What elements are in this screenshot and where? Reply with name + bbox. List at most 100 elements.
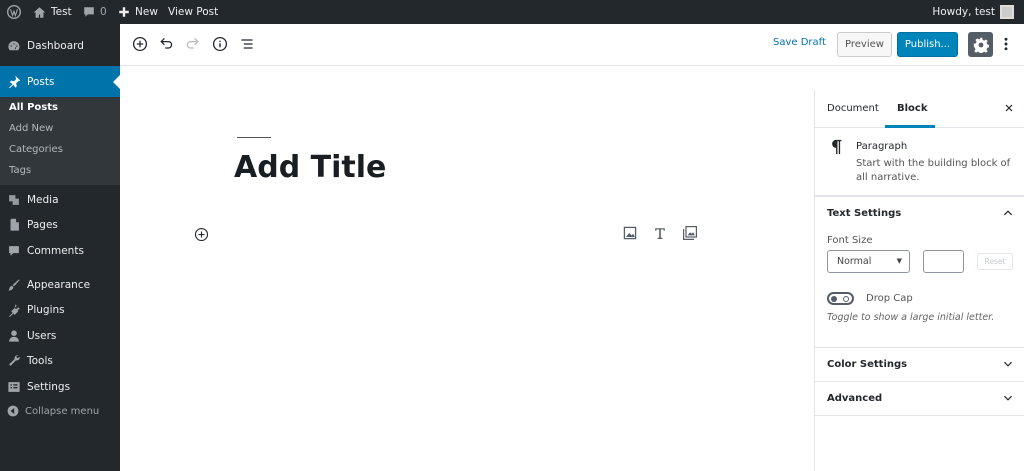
gear-icon xyxy=(973,37,989,53)
submenu-tags[interactable]: Tags xyxy=(9,165,31,176)
image-icon xyxy=(623,226,637,240)
chevron-down-icon[interactable] xyxy=(1002,392,1014,404)
close-icon xyxy=(1005,104,1013,112)
info-button[interactable] xyxy=(212,36,228,52)
plugin-icon xyxy=(9,304,20,317)
block-card: Paragraph Start with the building block … xyxy=(815,128,1024,196)
post-title-input[interactable]: Add Title xyxy=(234,150,386,185)
plus-circle-icon xyxy=(132,36,148,52)
chevron-down-icon[interactable] xyxy=(1002,358,1014,370)
block-name: Paragraph xyxy=(856,141,908,152)
plus-icon xyxy=(119,7,129,17)
publish-button[interactable]: Publish... xyxy=(897,32,958,57)
sidebar-tabs: Document Block xyxy=(815,90,1024,128)
tab-block[interactable]: Block xyxy=(897,103,928,114)
avatar xyxy=(1000,5,1014,19)
sidebar-item-dashboard[interactable]: Dashboard xyxy=(0,36,120,56)
list-icon xyxy=(241,39,253,49)
howdy-text: Howdy, test xyxy=(932,6,995,18)
paragraph-icon xyxy=(831,139,843,155)
close-sidebar-button[interactable] xyxy=(1003,102,1015,114)
collapse-label: Collapse menu xyxy=(25,405,100,417)
new-content-link[interactable]: New xyxy=(118,0,158,24)
drop-cap-label: Drop Cap xyxy=(866,293,913,304)
sidebar-item-label: Pages xyxy=(27,219,58,231)
sidebar-item-users[interactable]: Users xyxy=(0,326,120,346)
drop-cap-toggle[interactable] xyxy=(827,292,854,305)
title-separator xyxy=(237,137,271,138)
sidebar-item-label: Media xyxy=(27,194,59,206)
redo-icon xyxy=(186,37,199,49)
divider xyxy=(815,347,1024,348)
wordpress-logo[interactable] xyxy=(7,0,21,24)
collapse-icon xyxy=(7,405,19,417)
heading-icon xyxy=(655,228,665,239)
undo-icon xyxy=(160,37,173,49)
comments-link[interactable]: 0 xyxy=(83,0,107,24)
posts-submenu: All Posts Add New Categories Tags xyxy=(0,97,120,185)
insert-gallery-button[interactable] xyxy=(682,225,698,241)
sidebar-item-label: Settings xyxy=(27,381,71,393)
comments-count: 0 xyxy=(100,6,107,18)
submenu-add-new[interactable]: Add New xyxy=(9,123,53,134)
site-name-link[interactable]: Test xyxy=(33,0,72,24)
submenu-categories[interactable]: Categories xyxy=(9,144,63,155)
undo-button[interactable] xyxy=(158,36,174,52)
inline-add-block-button[interactable] xyxy=(194,227,209,242)
dropdown-arrow-icon: ▼ xyxy=(896,257,902,265)
brush-icon xyxy=(8,279,20,291)
insert-heading-button[interactable] xyxy=(652,225,668,241)
sidebar-item-pages[interactable]: Pages xyxy=(0,215,120,235)
tab-document[interactable]: Document xyxy=(827,103,879,114)
sidebar-item-label: Appearance xyxy=(27,279,91,291)
settings-toggle-button[interactable] xyxy=(968,32,993,57)
sidebar-item-label: Posts xyxy=(27,75,55,88)
plus-circle-icon xyxy=(194,227,209,242)
chevron-up-icon[interactable] xyxy=(1002,207,1014,219)
color-settings-toggle[interactable]: Color Settings xyxy=(827,359,907,370)
admin-bar: Test 0 New View Post Howdy, test xyxy=(0,0,1024,24)
sidebar-item-media[interactable]: Media xyxy=(0,190,120,210)
font-size-select[interactable]: Normal ▼ xyxy=(827,250,910,273)
site-name: Test xyxy=(51,6,72,18)
sidebar-item-tools[interactable]: Tools xyxy=(0,351,120,371)
drop-cap-help: Toggle to show a large initial letter. xyxy=(827,312,995,323)
reset-button[interactable]: Reset xyxy=(977,253,1013,270)
media-icon xyxy=(9,195,19,205)
sidebar-item-posts[interactable]: Posts xyxy=(0,66,120,97)
redo-button[interactable] xyxy=(185,36,201,52)
insert-image-button[interactable] xyxy=(622,225,638,241)
sidebar-item-settings[interactable]: Settings xyxy=(0,377,120,397)
outline-button[interactable] xyxy=(239,36,255,52)
more-options-button[interactable] xyxy=(1002,36,1010,52)
block-description: Start with the building block of all nar… xyxy=(856,158,1011,183)
preview-button[interactable]: Preview xyxy=(837,32,892,57)
sidebar-item-comments[interactable]: Comments xyxy=(0,241,120,261)
save-draft-button[interactable]: Save Draft xyxy=(773,37,826,48)
sidebar-item-label: Tools xyxy=(27,355,53,367)
view-post-label: View Post xyxy=(168,6,219,18)
divider xyxy=(815,381,1024,382)
settings-icon xyxy=(8,382,20,392)
sidebar-item-label: Users xyxy=(27,330,57,342)
editor-canvas: Add Title xyxy=(120,66,814,471)
sidebar-item-appearance[interactable]: Appearance xyxy=(0,275,120,295)
collapse-menu-button[interactable]: Collapse menu xyxy=(0,402,120,420)
divider xyxy=(815,196,1024,197)
advanced-toggle[interactable]: Advanced xyxy=(827,393,882,404)
view-post-link[interactable]: View Post xyxy=(168,0,218,24)
toggle-knob xyxy=(831,296,837,302)
add-block-button[interactable] xyxy=(132,36,148,52)
wordpress-icon xyxy=(7,5,21,19)
sidebar-item-label: Comments xyxy=(27,245,84,257)
gallery-icon xyxy=(683,226,697,240)
sidebar-item-plugins[interactable]: Plugins xyxy=(0,300,120,320)
pages-icon xyxy=(10,218,19,231)
submenu-all-posts[interactable]: All Posts xyxy=(9,102,58,113)
wrench-icon xyxy=(9,355,20,366)
dashboard-icon xyxy=(8,41,20,51)
my-account[interactable]: Howdy, test xyxy=(932,0,1014,24)
text-settings-toggle[interactable]: Text Settings xyxy=(827,208,901,219)
custom-font-size-input[interactable] xyxy=(923,250,964,273)
sidebar-item-label: Dashboard xyxy=(27,40,84,52)
